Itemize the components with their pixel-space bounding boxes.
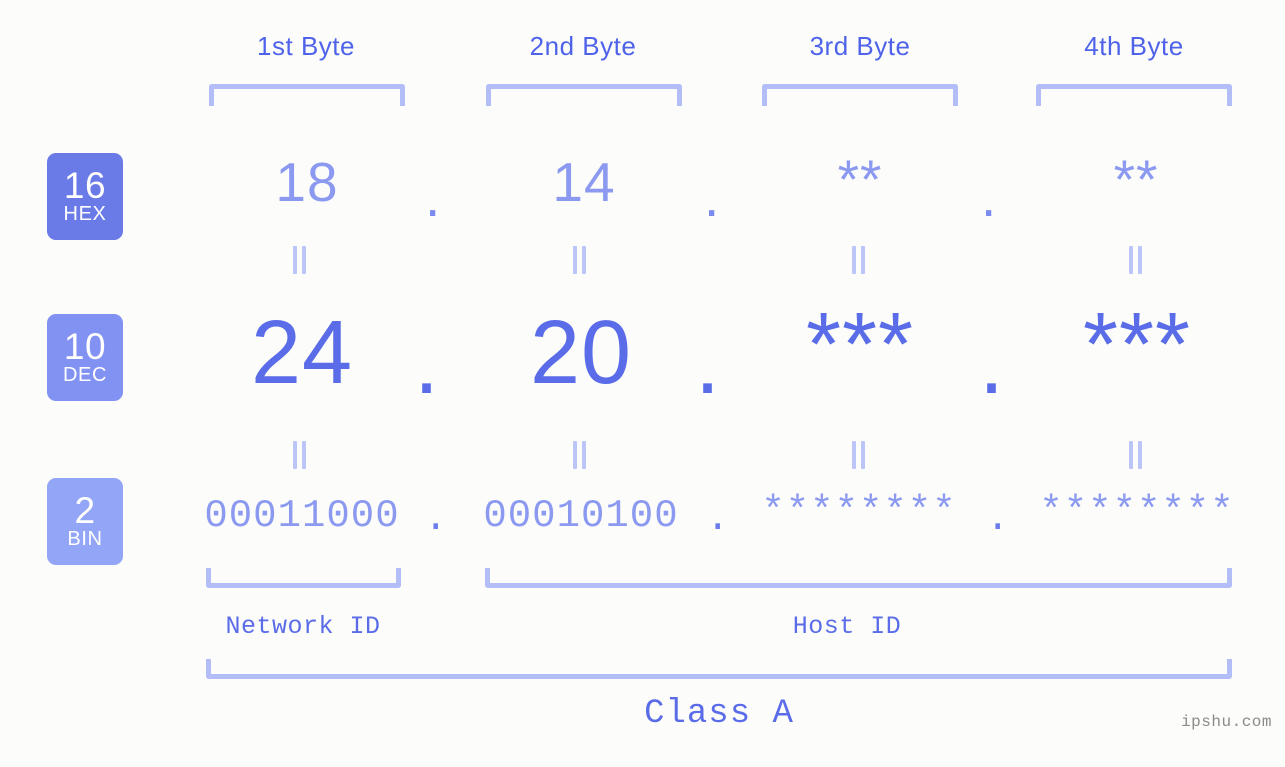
base-badge-bin-name: BIN [67, 528, 103, 550]
base-badge-hex-name: HEX [63, 203, 107, 225]
equals-connector-dec-bin-2 [571, 441, 587, 469]
byte-bracket-4 [1036, 84, 1232, 106]
hex-separator-1: . [425, 166, 441, 228]
class-label: Class A [644, 695, 794, 733]
byte-header-label-1: 1st Byte [257, 31, 355, 61]
equals-connector-dec-bin-4 [1127, 441, 1143, 469]
bin-byte-2: 00010100 [483, 494, 679, 538]
host-id-bracket [485, 568, 1232, 588]
base-badge-dec-number: 10 [63, 326, 107, 367]
bin-byte-4: ******** [1039, 490, 1235, 534]
hex-byte-4: ** [1113, 148, 1159, 210]
hex-byte-3: ** [837, 148, 883, 210]
class-bracket [206, 659, 1232, 679]
byte-bracket-1 [209, 84, 405, 106]
bin-separator-2: . [706, 497, 730, 541]
base-badge-bin-number: 2 [74, 490, 96, 531]
dec-separator-3: . [979, 313, 1005, 413]
hex-byte-1: 18 [275, 151, 339, 213]
dec-separator-2: . [695, 313, 721, 413]
bin-separator-1: . [424, 497, 448, 541]
base-badge-dec-name: DEC [62, 364, 108, 386]
byte-header-label-3: 3rd Byte [809, 31, 911, 61]
byte-header-label-2: 2nd Byte [529, 31, 637, 61]
hex-separator-2: . [704, 166, 720, 228]
site-watermark: ipshu.com [1181, 713, 1272, 731]
byte-bracket-2 [486, 84, 682, 106]
base-badge-bin: 2 BIN [47, 478, 123, 565]
network-id-bracket [206, 568, 401, 588]
byte-header-label-4: 4th Byte [1084, 31, 1184, 61]
equals-connector-dec-bin-3 [850, 441, 866, 469]
equals-connector-dec-bin-1 [291, 441, 307, 469]
bin-byte-1: 00011000 [204, 494, 400, 538]
base-badge-hex: 16 HEX [47, 153, 123, 240]
dec-byte-2: 20 [529, 303, 633, 403]
equals-connector-hex-dec-2 [571, 246, 587, 274]
hex-byte-2: 14 [552, 151, 616, 213]
bin-byte-3: ******** [761, 490, 957, 534]
base-badge-dec: 10 DEC [47, 314, 123, 401]
dec-separator-1: . [414, 313, 440, 413]
equals-connector-hex-dec-1 [291, 246, 307, 274]
equals-connector-hex-dec-3 [850, 246, 866, 274]
equals-connector-hex-dec-4 [1127, 246, 1143, 274]
host-id-label: Host ID [792, 612, 902, 641]
ip-byte-diagram: 1st Byte 2nd Byte 3rd Byte 4th Byte 16 H… [0, 0, 1285, 767]
bin-separator-3: . [986, 497, 1010, 541]
dec-byte-3: *** [805, 295, 915, 395]
network-id-label: Network ID [225, 612, 381, 641]
byte-bracket-3 [762, 84, 958, 106]
hex-separator-3: . [981, 166, 997, 228]
dec-byte-4: *** [1082, 295, 1192, 395]
base-badge-hex-number: 16 [63, 165, 107, 206]
dec-byte-1: 24 [250, 303, 354, 403]
